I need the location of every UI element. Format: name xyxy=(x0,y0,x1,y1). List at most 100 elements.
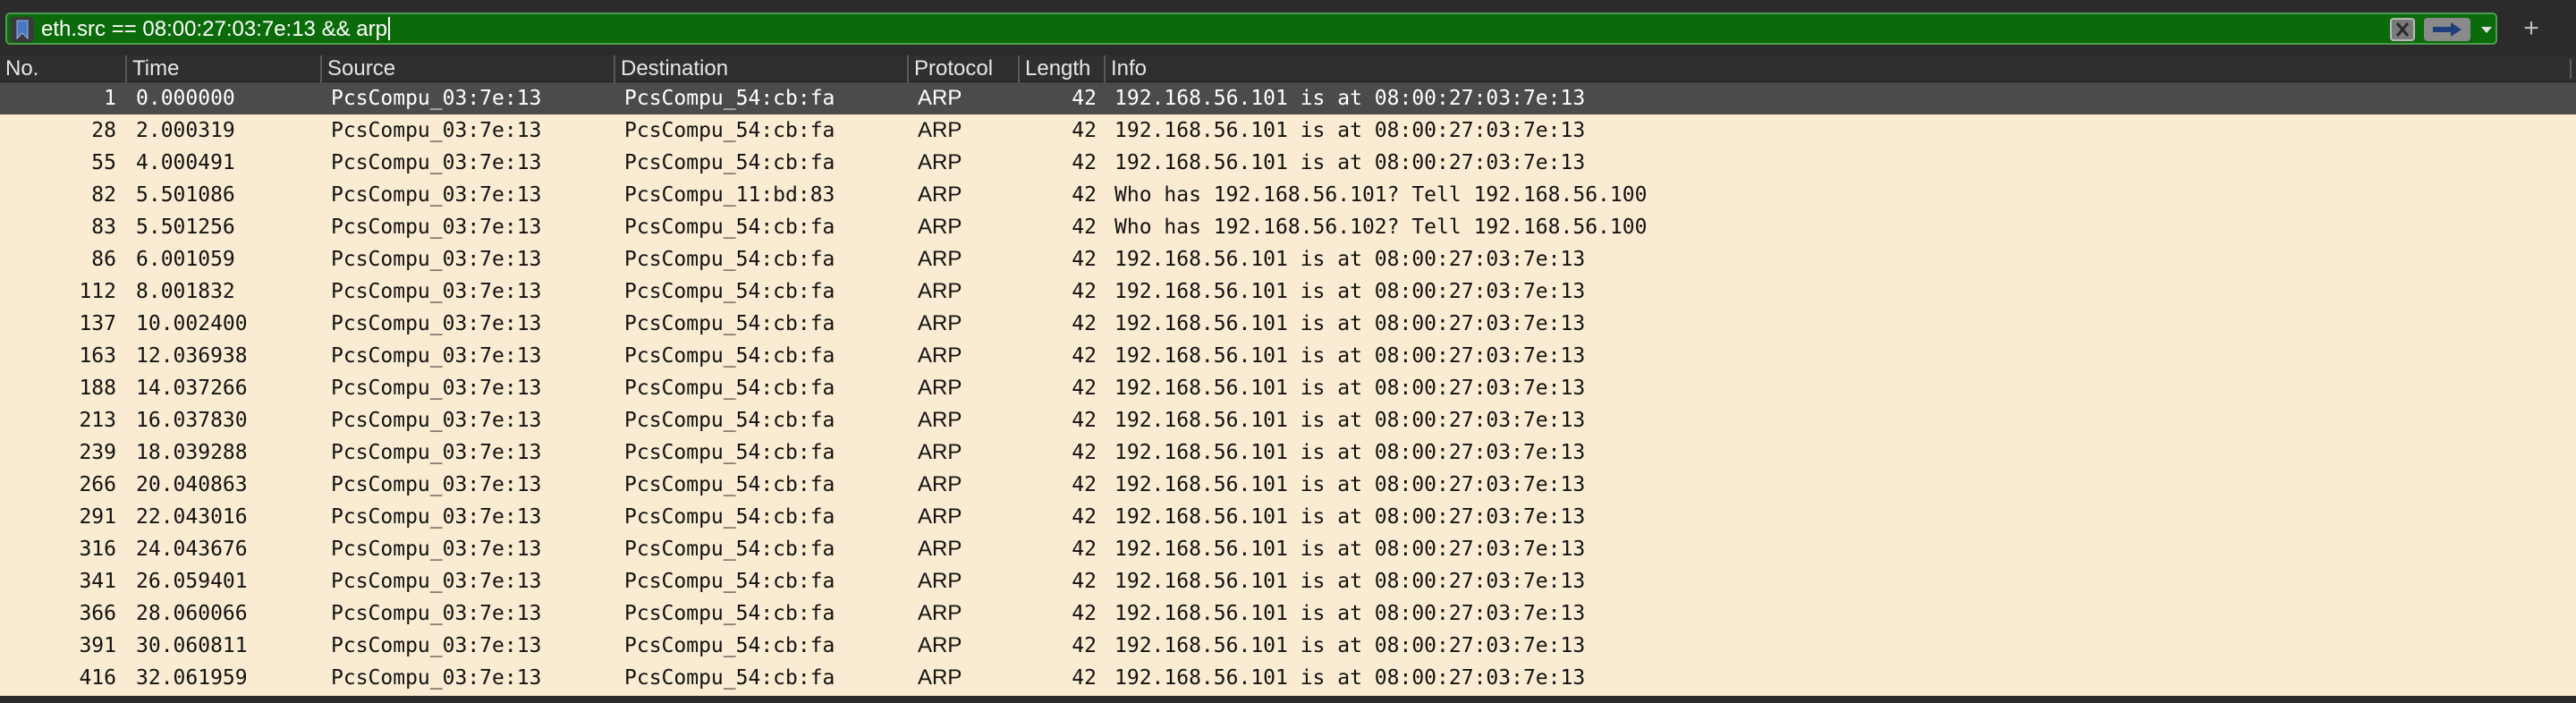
packet-row[interactable]: 163 12.036938 PcsCompu_03:7e:13 PcsCompu_54… xyxy=(0,340,2576,372)
cell-protocol: ARP xyxy=(918,311,962,335)
column-header-protocol[interactable]: Protocol xyxy=(909,55,1020,82)
column-header-source[interactable]: Source xyxy=(322,55,615,82)
pane-divider[interactable] xyxy=(0,696,2576,703)
packet-list-header: No. Time Source Destination Protocol Len… xyxy=(0,55,2576,82)
column-header-destination-label: Destination xyxy=(621,56,729,80)
display-filter-field[interactable]: eth.src == 08:00:27:03:7e:13 && arp xyxy=(5,13,2497,45)
cell-protocol: ARP xyxy=(918,408,962,432)
column-header-length-label: Length xyxy=(1025,56,1091,80)
cell-no: 316 xyxy=(79,538,116,561)
packet-row[interactable]: 112 8.001832 PcsCompu_03:7e:13 PcsCompu_54:… xyxy=(0,275,2576,308)
cell-source: PcsCompu_03:7e:13 xyxy=(331,441,542,464)
cell-time: 16.037830 xyxy=(136,409,248,432)
cell-destination: PcsCompu_54:cb:fa xyxy=(624,505,835,529)
cell-source: PcsCompu_03:7e:13 xyxy=(331,538,542,561)
column-header-protocol-label: Protocol xyxy=(914,56,994,80)
cell-info: 192.168.56.101 is at 08:00:27:03:7e:13 xyxy=(1114,441,1586,464)
packet-row[interactable]: 86 6.001059 PcsCompu_03:7e:13 PcsCompu_54:c… xyxy=(0,243,2576,275)
packet-list: 1 0.000000 PcsCompu_03:7e:13 PcsCompu_54:cb… xyxy=(0,82,2576,696)
cell-time: 18.039288 xyxy=(136,441,248,464)
packet-row[interactable]: 1 0.000000 PcsCompu_03:7e:13 PcsCompu_54:cb… xyxy=(0,82,2576,114)
cell-time: 5.501256 xyxy=(136,216,235,239)
column-header-length[interactable]: Length xyxy=(1020,55,1106,82)
cell-destination: PcsCompu_54:cb:fa xyxy=(624,441,835,464)
cell-protocol: ARP xyxy=(918,601,962,625)
packet-row[interactable]: 213 16.037830 PcsCompu_03:7e:13 PcsCompu_54… xyxy=(0,404,2576,436)
cell-protocol: ARP xyxy=(918,343,962,368)
cell-no: 86 xyxy=(91,248,116,271)
packet-row[interactable]: 291 22.043016 PcsCompu_03:7e:13 PcsCompu_54… xyxy=(0,501,2576,533)
cell-destination: PcsCompu_54:cb:fa xyxy=(624,344,835,368)
cell-source: PcsCompu_03:7e:13 xyxy=(331,312,542,335)
packet-row[interactable]: 266 20.040863 PcsCompu_03:7e:13 PcsCompu_54… xyxy=(0,469,2576,501)
cell-info: 192.168.56.101 is at 08:00:27:03:7e:13 xyxy=(1114,344,1586,368)
cell-info: 192.168.56.101 is at 08:00:27:03:7e:13 xyxy=(1114,377,1586,400)
add-filter-button[interactable]: + xyxy=(2515,13,2547,45)
column-header-info[interactable]: Info xyxy=(1106,55,2563,82)
cell-protocol: ARP xyxy=(918,215,962,239)
column-header-no-label: No. xyxy=(5,56,39,80)
chevron-down-icon[interactable] xyxy=(2478,18,2496,41)
cell-destination: PcsCompu_54:cb:fa xyxy=(624,216,835,239)
cell-source: PcsCompu_03:7e:13 xyxy=(331,216,542,239)
cell-time: 30.060811 xyxy=(136,634,248,657)
column-divider xyxy=(2570,59,2572,79)
cell-info: 192.168.56.101 is at 08:00:27:03:7e:13 xyxy=(1114,151,1586,174)
packet-row[interactable]: 366 28.060066 PcsCompu_03:7e:13 PcsCompu_54… xyxy=(0,597,2576,630)
cell-no: 55 xyxy=(91,151,116,174)
cell-no: 291 xyxy=(79,505,116,529)
cell-destination: PcsCompu_54:cb:fa xyxy=(624,312,835,335)
cell-time: 0.000000 xyxy=(136,87,235,110)
packet-row[interactable]: 341 26.059401 PcsCompu_03:7e:13 PcsCompu_54… xyxy=(0,565,2576,597)
cell-source: PcsCompu_03:7e:13 xyxy=(331,119,542,142)
cell-protocol: ARP xyxy=(918,376,962,400)
cell-no: 137 xyxy=(79,312,116,335)
cell-no: 213 xyxy=(79,409,116,432)
cell-protocol: ARP xyxy=(918,472,962,496)
cell-no: 163 xyxy=(79,344,116,368)
cell-length: 42 xyxy=(1072,87,1097,110)
cell-length: 42 xyxy=(1072,377,1097,400)
cell-source: PcsCompu_03:7e:13 xyxy=(331,602,542,625)
cell-length: 42 xyxy=(1072,312,1097,335)
packet-row[interactable]: 188 14.037266 PcsCompu_03:7e:13 PcsCompu_54… xyxy=(0,372,2576,404)
packet-row[interactable]: 83 5.501256 PcsCompu_03:7e:13 PcsCompu_54:c… xyxy=(0,211,2576,243)
cell-time: 22.043016 xyxy=(136,505,248,529)
packet-row[interactable]: 28 2.000319 PcsCompu_03:7e:13 PcsCompu_54:c… xyxy=(0,114,2576,147)
cell-no: 366 xyxy=(79,602,116,625)
cell-length: 42 xyxy=(1072,570,1097,593)
cell-length: 42 xyxy=(1072,216,1097,239)
cell-source: PcsCompu_03:7e:13 xyxy=(331,248,542,271)
cell-time: 4.000491 xyxy=(136,151,235,174)
cell-no: 266 xyxy=(79,473,116,496)
cell-destination: PcsCompu_54:cb:fa xyxy=(624,87,835,110)
column-header-info-label: Info xyxy=(1111,56,1148,80)
cell-destination: PcsCompu_54:cb:fa xyxy=(624,666,835,690)
cell-destination: PcsCompu_11:bd:83 xyxy=(624,183,835,207)
cell-destination: PcsCompu_54:cb:fa xyxy=(624,280,835,303)
packet-row[interactable]: 82 5.501086 PcsCompu_03:7e:13 PcsCompu_11:b… xyxy=(0,179,2576,211)
packet-row[interactable]: 239 18.039288 PcsCompu_03:7e:13 PcsCompu_54… xyxy=(0,436,2576,469)
bookmark-icon[interactable] xyxy=(11,17,34,42)
cell-destination: PcsCompu_54:cb:fa xyxy=(624,409,835,432)
cell-protocol: ARP xyxy=(918,118,962,142)
cell-protocol: ARP xyxy=(918,279,962,303)
packet-row[interactable]: 416 32.061959 PcsCompu_03:7e:13 PcsCompu_54… xyxy=(0,662,2576,694)
clear-icon[interactable] xyxy=(2390,18,2415,41)
cell-protocol: ARP xyxy=(918,440,962,464)
cell-time: 26.059401 xyxy=(136,570,248,593)
cell-source: PcsCompu_03:7e:13 xyxy=(331,634,542,657)
packet-row[interactable]: 316 24.043676 PcsCompu_03:7e:13 PcsCompu_54… xyxy=(0,533,2576,565)
cell-no: 391 xyxy=(79,634,116,657)
packet-row[interactable]: 137 10.002400 PcsCompu_03:7e:13 PcsCompu_54… xyxy=(0,308,2576,340)
display-filter-input[interactable]: eth.src == 08:00:27:03:7e:13 && arp xyxy=(41,17,390,42)
cell-destination: PcsCompu_54:cb:fa xyxy=(624,119,835,142)
packet-row[interactable]: 391 30.060811 PcsCompu_03:7e:13 PcsCompu_54… xyxy=(0,630,2576,662)
arrow-right-icon[interactable] xyxy=(2424,18,2470,41)
cell-source: PcsCompu_03:7e:13 xyxy=(331,87,542,110)
packet-row[interactable]: 55 4.000491 PcsCompu_03:7e:13 PcsCompu_54:c… xyxy=(0,147,2576,179)
cell-destination: PcsCompu_54:cb:fa xyxy=(624,538,835,561)
column-header-time[interactable]: Time xyxy=(127,55,322,82)
column-header-no[interactable]: No. xyxy=(0,55,127,82)
column-header-destination[interactable]: Destination xyxy=(615,55,909,82)
